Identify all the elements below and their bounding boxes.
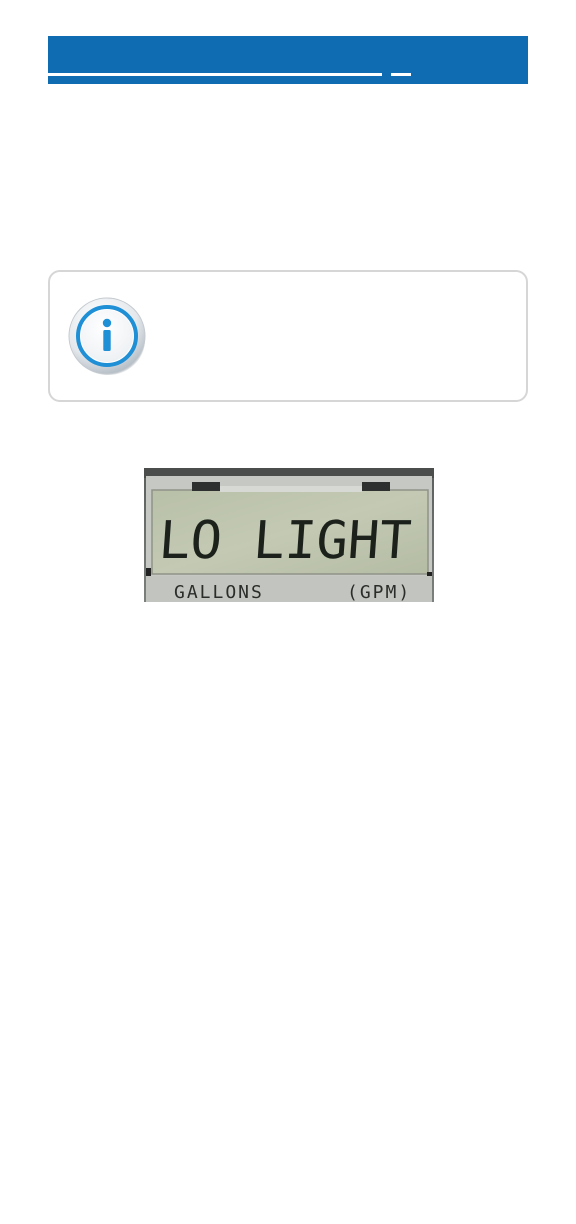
lcd-unit-label: GALLONS (174, 582, 264, 602)
info-icon (68, 297, 146, 375)
header-underline-short (391, 73, 411, 76)
lcd-display-photo: LO LIGHT GALLONS (GPM) (144, 468, 434, 602)
lcd-unit-abbrev: (GPM) (347, 582, 411, 602)
section-header-bar (48, 36, 528, 84)
lcd-reading: LO LIGHT (157, 511, 413, 571)
manual-page: LO LIGHT GALLONS (GPM) (0, 0, 576, 1224)
header-underline (48, 73, 382, 76)
info-note-box (48, 270, 528, 402)
